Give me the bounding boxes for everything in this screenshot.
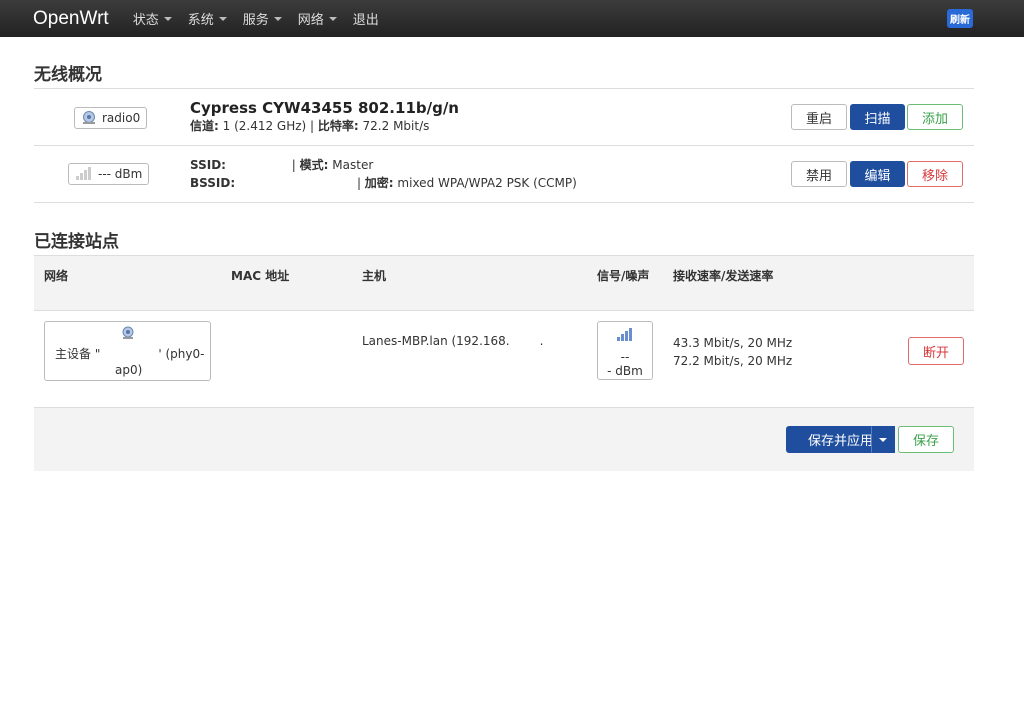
caret-down-icon — [218, 16, 227, 21]
encryption-label: 加密: — [364, 176, 394, 190]
menu-logout-label: 退出 — [352, 13, 379, 28]
connected-stations-title: 已连接站点 — [34, 232, 119, 252]
caret-down-icon — [273, 16, 282, 21]
station-network-line2: ap0) — [115, 363, 143, 377]
station-host: Lanes-MBP.lan (192.168.. — [362, 334, 543, 348]
ssid-line: SSID: | 模式: Master — [190, 156, 577, 174]
menu-services-label: 服务 — [242, 13, 269, 28]
channel-value: 1 (2.412 GHz) | — [218, 119, 318, 133]
wifi-radio-icon — [120, 326, 136, 343]
menu-services[interactable]: 服务 — [243, 9, 282, 28]
menu-system-label: 系统 — [187, 13, 214, 28]
network-info: SSID: | 模式: Master BSSID: | 加密: mixed WP… — [190, 156, 577, 192]
caret-down-icon — [163, 16, 172, 21]
caret-down-icon — [879, 437, 887, 442]
bssid-label: BSSID: — [190, 176, 236, 190]
bitrate-label: 比特率: — [317, 119, 359, 133]
disable-button[interactable]: 禁用 — [791, 161, 847, 187]
station-signal-box: -- - dBm — [597, 321, 653, 380]
menu-network-label: 网络 — [297, 13, 324, 28]
caret-down-icon — [328, 16, 337, 21]
channel-label: 信道: — [190, 119, 219, 133]
wifi-radio-icon — [81, 110, 97, 127]
radio-badge-label: radio0 — [102, 111, 141, 125]
wireless-overview-title: 无线概况 — [34, 65, 102, 85]
signal-strength-icon — [598, 327, 652, 344]
brand-logo[interactable]: OpenWrt — [33, 8, 109, 30]
signal-value: -- — [620, 350, 630, 364]
header-signal-noise: 信号/噪声 — [597, 269, 650, 283]
disconnect-button[interactable]: 断开 — [908, 337, 964, 365]
edit-button[interactable]: 编辑 — [850, 161, 905, 187]
station-host-tail: . — [539, 334, 544, 348]
mode-value: Master — [328, 158, 374, 172]
header-mac: MAC 地址 — [231, 269, 290, 283]
scan-button[interactable]: 扫描 — [850, 104, 905, 130]
network-row: --- dBm SSID: | 模式: Master BSSID: | 加密: … — [34, 146, 974, 203]
radio-badge: radio0 — [74, 107, 148, 129]
station-network-box[interactable]: 主设备 " ' (phy0- ap0) — [44, 321, 211, 381]
add-button[interactable]: 添加 — [907, 104, 963, 130]
top-navbar: OpenWrt 状态 系统 服务 网络 退出 刷新 — [0, 0, 1024, 37]
rx-rate: 43.3 Mbit/s, 20 MHz — [673, 336, 793, 350]
restart-button[interactable]: 重启 — [791, 104, 847, 130]
signal-badge-label: --- dBm — [98, 167, 143, 181]
station-host-text: Lanes-MBP.lan (192.168. — [362, 334, 510, 348]
wireless-table: radio0 Cypress CYW43455 802.11b/g/n 信道: … — [34, 88, 974, 203]
remove-button[interactable]: 移除 — [907, 161, 963, 187]
signal-badge: --- dBm — [68, 163, 150, 185]
enc-separator: | — [353, 176, 365, 190]
save-button[interactable]: 保存 — [898, 426, 954, 453]
station-network-line1: 主设备 " ' (phy0- — [55, 345, 204, 362]
radio-device-name: Cypress CYW43455 802.11b/g/n — [190, 99, 459, 117]
radio-info: Cypress CYW43455 802.11b/g/n 信道: 1 (2.41… — [190, 99, 459, 135]
menu-system[interactable]: 系统 — [188, 9, 227, 28]
stations-table-header: 网络 MAC 地址 主机 信号/噪声 接收速率/发送速率 — [34, 255, 974, 311]
encryption-value: mixed WPA/WPA2 PSK (CCMP) — [393, 176, 577, 190]
save-apply-dropdown[interactable] — [871, 426, 895, 453]
station-network-suffix: ' (phy0- — [158, 347, 205, 361]
bssid-line: BSSID: | 加密: mixed WPA/WPA2 PSK (CCMP) — [190, 174, 577, 192]
bitrate-value: 72.2 Mbit/s — [358, 119, 430, 133]
stations-table: 网络 MAC 地址 主机 信号/噪声 接收速率/发送速率 主设备 " ' (phy… — [34, 255, 974, 408]
radio-details: 信道: 1 (2.412 GHz) | 比特率: 72.2 Mbit/s — [190, 117, 459, 135]
radio-row: radio0 Cypress CYW43455 802.11b/g/n 信道: … — [34, 89, 974, 146]
mode-separator: | — [287, 158, 300, 172]
menu-status-label: 状态 — [132, 13, 159, 28]
menu-status[interactable]: 状态 — [133, 9, 172, 28]
ssid-label: SSID: — [190, 158, 226, 172]
header-network: 网络 — [44, 269, 69, 283]
header-host: 主机 — [362, 269, 387, 283]
refresh-badge[interactable]: 刷新 — [947, 9, 973, 28]
menu-logout[interactable]: 退出 — [353, 9, 379, 28]
header-rate: 接收速率/发送速率 — [673, 269, 774, 283]
station-row: 主设备 " ' (phy0- ap0) Lanes-MBP.lan (192.16… — [34, 311, 974, 408]
mode-label: 模式: — [299, 158, 329, 172]
tx-rate: 72.2 Mbit/s, 20 MHz — [673, 354, 793, 368]
station-rates: 43.3 Mbit/s, 20 MHz 72.2 Mbit/s, 20 MHz — [673, 334, 792, 370]
noise-value: - dBm — [607, 364, 643, 378]
page-actions: 保存并应用 保存 — [34, 408, 974, 471]
menu-network[interactable]: 网络 — [298, 9, 337, 28]
station-network-text: 主设备 " — [55, 347, 101, 361]
signal-bars-icon — [75, 166, 93, 183]
